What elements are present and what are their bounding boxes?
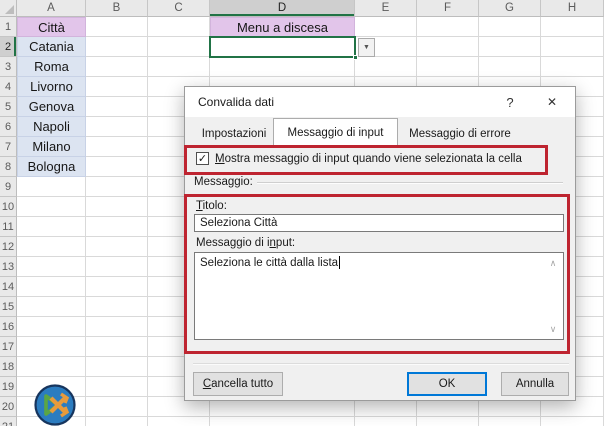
close-button[interactable]: ✕ <box>537 91 567 113</box>
city-cell[interactable]: Catania <box>17 37 86 57</box>
input-message-field-label: Messaggio di input: <box>196 237 296 249</box>
column-header-a[interactable]: A <box>17 0 86 17</box>
checkbox-checked-icon[interactable]: ✓ <box>196 152 209 165</box>
cell-d2-selected[interactable] <box>209 36 358 60</box>
tab-messaggio-di-errore[interactable]: Messaggio di errore <box>398 122 522 146</box>
cell-dropdown-button[interactable]: ▼ <box>358 38 375 57</box>
excel-window: A B C D E F G H 1 2 3 4 5 6 7 8 9 10 11 12 13 14 15 16 1… <box>0 0 604 426</box>
city-cell[interactable]: Livorno <box>17 77 86 97</box>
city-cell[interactable]: Roma <box>17 57 86 77</box>
show-input-message-checkbox-row[interactable]: ✓ Mostra messaggio di input quando viene… <box>196 152 522 165</box>
column-header-f[interactable]: F <box>417 0 479 17</box>
data-validation-dialog: Convalida dati ? ✕ Impostazioni Messaggi… <box>184 86 576 401</box>
select-all-corner[interactable] <box>0 0 17 17</box>
row-header[interactable]: 20 <box>0 397 17 417</box>
tab-messaggio-di-input[interactable]: Messaggio di input <box>273 118 398 146</box>
scroll-down-icon[interactable]: ∨ <box>546 323 560 335</box>
group-divider-line <box>257 182 563 184</box>
message-group-label: Messaggio: <box>194 176 253 188</box>
row-header[interactable]: 13 <box>0 257 17 277</box>
row-header[interactable]: 19 <box>0 377 17 397</box>
title-field-label: Titolo: <box>196 200 227 212</box>
row-header[interactable]: 12 <box>0 237 17 257</box>
column-header-e[interactable]: E <box>355 0 417 17</box>
city-cell[interactable]: Milano <box>17 137 86 157</box>
column-header-d[interactable]: D <box>210 0 355 17</box>
row-header[interactable]: 7 <box>0 137 17 157</box>
help-button[interactable]: ? <box>499 93 521 112</box>
row-header[interactable]: 1 <box>0 17 17 37</box>
row-header[interactable]: 15 <box>0 297 17 317</box>
row-header[interactable]: 2 <box>0 37 17 57</box>
row-header[interactable]: 6 <box>0 117 17 137</box>
city-cell[interactable]: Genova <box>17 97 86 117</box>
row-header[interactable]: 16 <box>0 317 17 337</box>
checkbox-label[interactable]: Mostra messaggio di input quando viene s… <box>215 153 522 165</box>
chevrons-logo-icon <box>34 384 76 426</box>
ok-button[interactable]: OK <box>407 372 487 396</box>
column-header-g[interactable]: G <box>479 0 541 17</box>
title-input[interactable] <box>194 214 564 232</box>
row-header[interactable]: 17 <box>0 337 17 357</box>
row-header[interactable]: 18 <box>0 357 17 377</box>
dialog-title: Convalida dati <box>198 95 275 109</box>
clear-all-button[interactable]: Cancella tutto <box>193 372 283 396</box>
column-header-h[interactable]: H <box>541 0 604 17</box>
row-header[interactable]: 9 <box>0 177 17 197</box>
row-header[interactable]: 8 <box>0 157 17 177</box>
cell-d1-dropdown-header[interactable]: Menu a discesa <box>210 17 355 37</box>
tab-impostazioni[interactable]: Impostazioni <box>195 122 273 146</box>
row-header[interactable]: 11 <box>0 217 17 237</box>
input-message-text: Seleziona le città dalla lista <box>200 257 339 269</box>
cancel-button[interactable]: Annulla <box>501 372 569 396</box>
row-header[interactable]: 3 <box>0 57 17 77</box>
city-cell[interactable]: Napoli <box>17 117 86 137</box>
input-message-textarea[interactable]: Seleziona le città dalla lista ∧ ∨ <box>194 252 564 340</box>
text-caret <box>339 256 341 269</box>
chevron-down-icon: ▼ <box>363 44 370 51</box>
footer-divider-line <box>193 363 569 365</box>
column-headers: A B C D E F G H <box>17 0 604 17</box>
row-header[interactable]: 21 <box>0 417 17 426</box>
row-header[interactable]: 4 <box>0 77 17 97</box>
cell-a1-city-header[interactable]: Città <box>17 17 86 37</box>
row-header[interactable]: 10 <box>0 197 17 217</box>
city-cell[interactable]: Bologna <box>17 157 86 177</box>
scroll-up-icon[interactable]: ∧ <box>546 257 560 269</box>
close-icon: ✕ <box>546 95 558 109</box>
column-header-c[interactable]: C <box>148 0 210 17</box>
row-headers: 123456789101112131415161718192021 <box>0 17 17 426</box>
row-header[interactable]: 14 <box>0 277 17 297</box>
column-header-b[interactable]: B <box>86 0 148 17</box>
dialog-tabs: Impostazioni Messaggio di input Messaggi… <box>185 118 575 146</box>
city-list: Catania Roma Livorno Genova Napoli Milano Bolo… <box>17 37 86 177</box>
row-header[interactable]: 5 <box>0 97 17 117</box>
